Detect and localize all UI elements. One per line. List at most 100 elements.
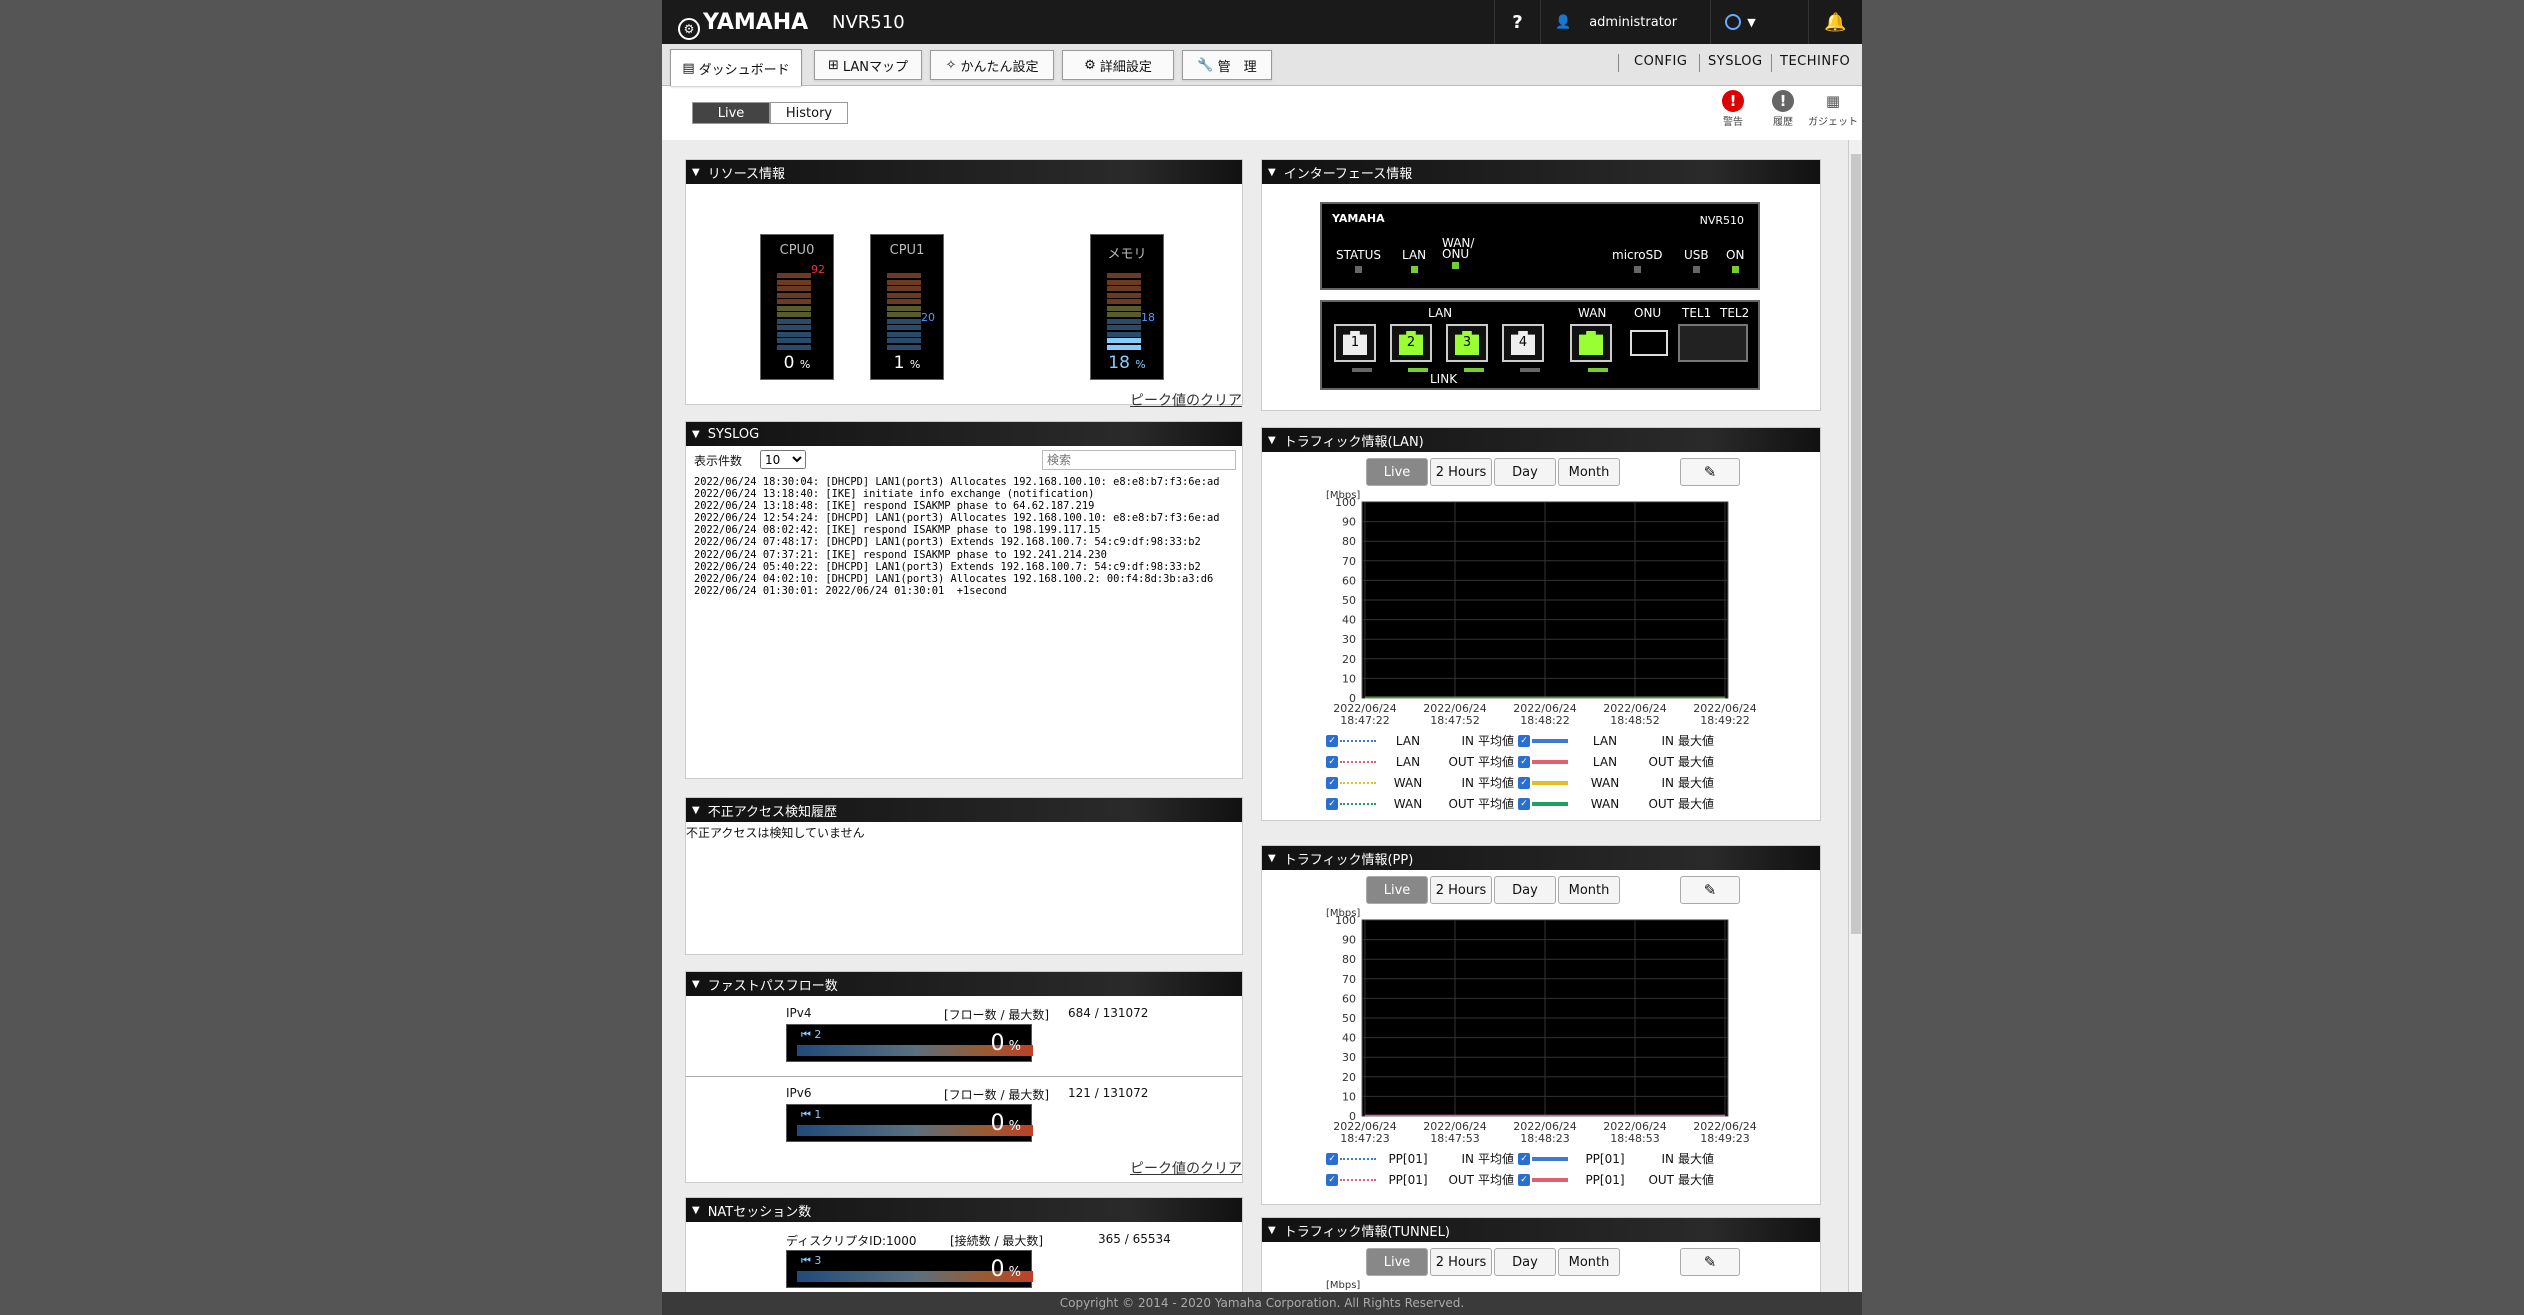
legend-checkbox[interactable]: ✓	[1326, 1173, 1338, 1186]
chevron-down-icon: ▼	[1747, 15, 1756, 29]
legend-checkbox[interactable]: ✓	[1326, 755, 1338, 768]
intrusion-message: 不正アクセスは検知していません	[686, 826, 865, 840]
gadget-button[interactable]: ▦ ガジェット	[1806, 90, 1860, 128]
legend-row: ✓ LAN IN 平均値 ✓ LAN IN 最大値	[1326, 730, 1718, 751]
x-tick-label: 18:48:52	[1610, 714, 1659, 727]
resource-panel: リソース情報 CPU0 92 0 % CPU1 20 1 % メモリ 18 18…	[686, 160, 1242, 409]
meter-segment	[887, 312, 921, 317]
meter-segment	[777, 292, 811, 298]
intrusion-panel-header[interactable]: 不正アクセス検知履歴	[686, 798, 1242, 822]
fastpath-clear-peak-link[interactable]: ピーク値のクリア	[1130, 1158, 1242, 1178]
tunnel-month-button[interactable]: Month	[1558, 1248, 1620, 1276]
syslog-search-input[interactable]	[1042, 450, 1236, 470]
legend-checkbox[interactable]: ✓	[1518, 734, 1530, 747]
meter-segment	[887, 299, 921, 304]
tab-dashboard[interactable]: ▤ ダッシュボード	[670, 49, 802, 86]
meter-segment	[777, 344, 811, 350]
display-count-label: 表示件数	[694, 454, 743, 468]
clear-peak-link[interactable]: ピーク値のクリア	[1130, 390, 1242, 410]
help-button[interactable]: ?	[1494, 0, 1540, 44]
syslog-panel: SYSLOG 表示件数 10 2022/06/24 18:30:04: [DHC…	[686, 422, 1242, 778]
wan-port[interactable]	[1570, 324, 1612, 362]
warning-button[interactable]: ! 警告	[1706, 90, 1760, 128]
y-tick-label: 40	[1342, 1032, 1356, 1045]
meter-segment	[1107, 299, 1141, 304]
legend-swatch	[1532, 1177, 1568, 1182]
lan-port-1[interactable]: 1	[1334, 324, 1376, 362]
scrollbar[interactable]	[1848, 140, 1862, 1292]
bell-icon[interactable]: 🔔	[1808, 0, 1862, 44]
live-button[interactable]: Live	[692, 102, 770, 124]
fastpath-panel: ファストパスフロー数 IPv4 [フロー数 / 最大数] 684 / 13107…	[686, 972, 1242, 1182]
config-link[interactable]: CONFIG	[1634, 54, 1687, 69]
meter-segment	[887, 325, 921, 330]
traffic-pp-header[interactable]: トラフィック情報(PP)	[1262, 846, 1820, 870]
syslog-link[interactable]: SYSLOG	[1708, 54, 1763, 69]
legend-checkbox[interactable]: ✓	[1518, 755, 1530, 768]
nat-panel-header[interactable]: NATセッション数	[686, 1198, 1242, 1222]
techinfo-link[interactable]: TECHINFO	[1780, 54, 1850, 69]
onu-port[interactable]	[1630, 330, 1668, 356]
lan-port-4[interactable]: 4	[1502, 324, 1544, 362]
scrollbar-thumb[interactable]	[1851, 154, 1861, 934]
traffic-lan-panel: トラフィック情報(LAN) Live2 HoursDayMonth✎[Mbps]…	[1262, 428, 1820, 820]
meter-segment	[1107, 279, 1141, 285]
history-button[interactable]: History	[770, 102, 848, 124]
y-tick-label: 30	[1342, 1051, 1356, 1064]
meter-segment	[1107, 318, 1141, 324]
lan-port-2[interactable]: 2	[1390, 324, 1432, 362]
legend-row: ✓ PP[01] OUT 平均値 ✓ PP[01] OUT 最大値	[1326, 1169, 1718, 1190]
syslog-panel-header[interactable]: SYSLOG	[686, 422, 1242, 446]
memory-meter: メモリ 18 18 %	[1090, 234, 1164, 380]
display-count-select[interactable]: 10	[760, 450, 806, 469]
meter-segment	[1107, 338, 1141, 343]
tab-detail-setup[interactable]: ⚙ 詳細設定	[1062, 50, 1174, 80]
cpu0-peak: 92	[811, 263, 825, 276]
tab-lan-map[interactable]: ⊞ LANマップ	[814, 50, 922, 80]
traffic-pp-panel: トラフィック情報(PP) Live2 HoursDayMonth✎[Mbps]1…	[1262, 846, 1820, 1204]
traffic-tunnel-header[interactable]: トラフィック情報(TUNNEL)	[1262, 1218, 1820, 1242]
fastpath-panel-header[interactable]: ファストパスフロー数	[686, 972, 1242, 996]
meter-segment	[777, 286, 811, 291]
y-tick-label: 50	[1342, 1012, 1356, 1025]
y-tick-label: 100	[1335, 496, 1356, 509]
legend-checkbox[interactable]: ✓	[1326, 797, 1338, 810]
legend-checkbox[interactable]: ✓	[1518, 797, 1530, 810]
nat-session-bar: ⏮ 30 %	[786, 1250, 1033, 1288]
app-window: ⚙ YAMAHA NVR510 ? 👤 administrator ▼ 🔔 ▤ ダッシ…	[662, 0, 1862, 1315]
interface-panel-header[interactable]: インターフェース情報	[1262, 160, 1820, 184]
user-name: administrator	[1589, 14, 1678, 30]
tunnel-edit-button[interactable]: ✎	[1680, 1248, 1740, 1276]
x-tick-label: 18:48:53	[1610, 1132, 1659, 1145]
tel-ports[interactable]	[1678, 324, 1748, 362]
legend-checkbox[interactable]: ✓	[1518, 1173, 1530, 1186]
legend-checkbox[interactable]: ✓	[1326, 734, 1338, 747]
lan-port-3[interactable]: 3	[1446, 324, 1488, 362]
legend-checkbox[interactable]: ✓	[1326, 1152, 1338, 1165]
tab-easy-setup[interactable]: ✧ かんたん設定	[930, 50, 1054, 80]
status-menu[interactable]: ▼	[1710, 0, 1770, 44]
device-model: NVR510	[1699, 214, 1744, 227]
y-tick-label: 60	[1342, 992, 1356, 1005]
resource-panel-header[interactable]: リソース情報	[686, 160, 1242, 184]
interface-panel: インターフェース情報 YAMAHA NVR510 STATUS LAN WAN/…	[1262, 160, 1820, 410]
meter-segment	[777, 331, 811, 337]
tunnel-live-button[interactable]: Live	[1366, 1248, 1428, 1276]
device-rear-panel: LAN WAN ONU TEL1 TEL2 1 2 3 4 LINK	[1320, 300, 1760, 390]
traffic-lan-header[interactable]: トラフィック情報(LAN)	[1262, 428, 1820, 452]
nat-descriptor: ディスクリプタID:1000	[786, 1234, 917, 1248]
tunnel-day-button[interactable]: Day	[1494, 1248, 1556, 1276]
microsd-led	[1633, 266, 1641, 273]
legend-checkbox[interactable]: ✓	[1518, 776, 1530, 789]
user-menu[interactable]: 👤 administrator	[1540, 0, 1710, 44]
tab-management[interactable]: 🔧 管 理	[1182, 50, 1272, 80]
history-log-button[interactable]: ! 履歴	[1756, 90, 1810, 128]
syslog-lines: 2022/06/24 18:30:04: [DHCPD] LAN1(port3)…	[694, 476, 1220, 597]
legend-checkbox[interactable]: ✓	[1518, 1152, 1530, 1165]
y-tick-label: 50	[1342, 594, 1356, 607]
y-tick-label: 90	[1342, 516, 1356, 529]
legend-checkbox[interactable]: ✓	[1326, 776, 1338, 789]
tunnel-2hours-button[interactable]: 2 Hours	[1430, 1248, 1492, 1276]
y-tick-label: 80	[1342, 535, 1356, 548]
meter-segment	[1107, 292, 1141, 298]
